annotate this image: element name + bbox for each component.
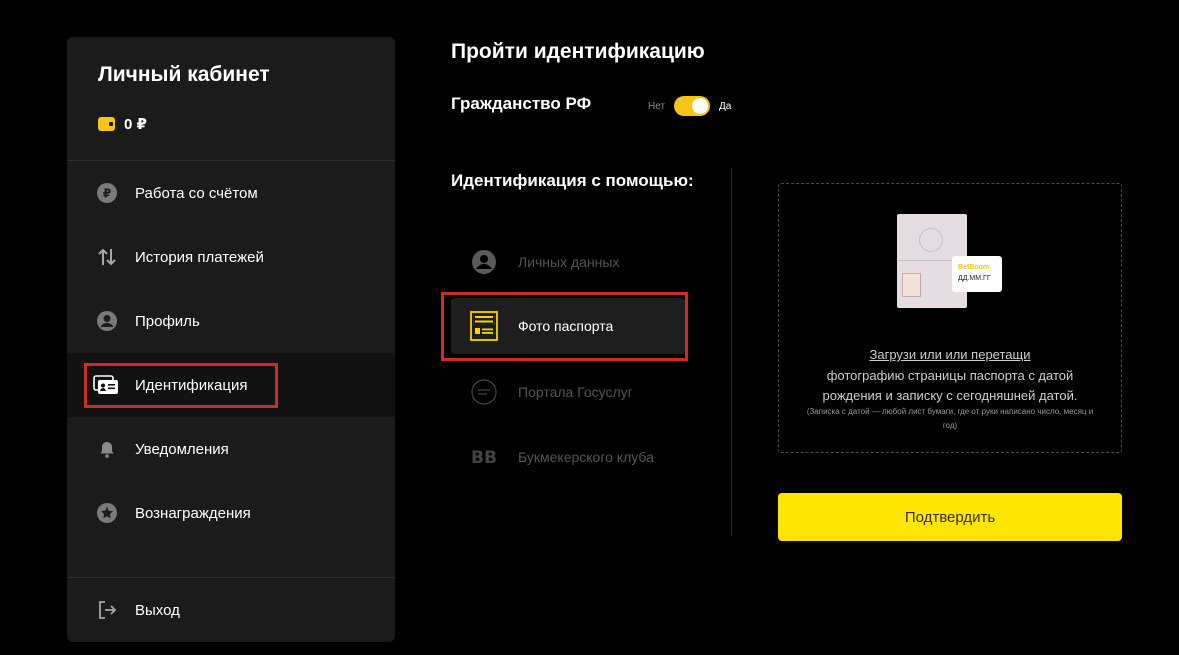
citizenship-label: Гражданство РФ	[451, 94, 592, 113]
sidebar-item-label: История платежей	[135, 248, 264, 266]
toggle-knob	[692, 98, 709, 114]
passport-stamp	[919, 228, 943, 252]
upload-instructions: фотографию страницы паспорта с датой рож…	[822, 368, 1078, 403]
svg-text:BB: BB	[471, 448, 497, 467]
bell-icon	[95, 437, 119, 461]
arrows-up-down-icon	[95, 245, 119, 269]
sidebar-item-label: Уведомления	[135, 440, 229, 458]
logout-icon	[95, 598, 119, 622]
date-note-illustration: BetBoom ДД.ММ.ГГ	[952, 256, 1002, 292]
balance-value: 0 ₽	[124, 116, 147, 133]
method-label: Букмекерского клуба	[518, 449, 654, 465]
svg-text:₽: ₽	[103, 187, 111, 201]
highlight-frame	[84, 363, 278, 408]
sidebar-item-account[interactable]: ₽ Работа со счётом	[67, 161, 395, 225]
upload-link[interactable]: Загрузи или или перетащи	[779, 347, 1121, 362]
page-title: Пройти идентификацию	[451, 40, 705, 63]
upload-note: (Записка с датой — любой лист бумаги, гд…	[806, 407, 1094, 430]
user-circle-icon	[470, 248, 498, 276]
method-label: Личных данных	[518, 254, 620, 270]
vertical-divider	[731, 168, 732, 536]
logout-button[interactable]: Выход	[67, 578, 395, 642]
note-date: ДД.ММ.ГГ	[958, 275, 991, 282]
method-bookmaker-club[interactable]: BB Букмекерского клуба	[451, 429, 685, 485]
wallet-icon	[98, 117, 115, 131]
confirm-button[interactable]: Подтвердить	[778, 493, 1122, 541]
logout-label: Выход	[135, 601, 180, 619]
toggle-yes-label: Да	[719, 100, 732, 112]
sidebar-title: Личный кабинет	[98, 63, 270, 86]
note-brand: BetBoom	[958, 264, 990, 271]
sidebar-item-notifications[interactable]: Уведомления	[67, 417, 395, 481]
sidebar-item-label: Вознаграждения	[135, 504, 251, 522]
balance: 0 ₽	[98, 115, 147, 133]
sidebar: Личный кабинет 0 ₽ ₽ Работа со счётом Ис…	[67, 37, 395, 642]
sidebar-item-label: Профиль	[135, 312, 200, 330]
ruble-circle-icon: ₽	[95, 181, 119, 205]
upload-dropzone[interactable]: BetBoom ДД.ММ.ГГ Загрузи или или перетащ…	[778, 183, 1122, 453]
passport-photo	[902, 273, 921, 297]
sidebar-item-rewards[interactable]: Вознаграждения	[67, 481, 395, 545]
bb-logo-icon: BB	[470, 443, 498, 471]
sidebar-item-label: Работа со счётом	[135, 184, 258, 202]
method-label: Портала Госуслуг	[518, 384, 633, 400]
user-circle-icon	[95, 309, 119, 333]
citizenship-toggle[interactable]	[674, 96, 711, 116]
star-circle-icon	[95, 501, 119, 525]
gosuslugi-icon	[470, 378, 498, 406]
method-personal-data[interactable]: Личных данных	[451, 234, 685, 290]
sidebar-item-payment-history[interactable]: История платежей	[67, 225, 395, 289]
sidebar-item-profile[interactable]: Профиль	[67, 289, 395, 353]
citizenship-toggle-group: Нет Да	[648, 96, 731, 116]
method-heading: Идентификация с помощью:	[451, 171, 694, 190]
toggle-no-label: Нет	[648, 100, 666, 112]
highlight-frame	[441, 292, 688, 361]
method-gosuslugi[interactable]: Портала Госуслуг	[451, 364, 685, 420]
